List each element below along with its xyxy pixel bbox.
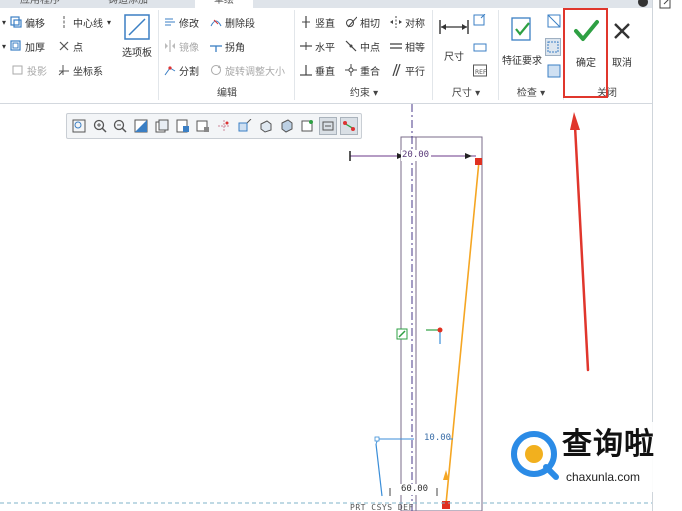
equal-constraint-icon — [390, 40, 402, 52]
offset-button[interactable]: ▾ 偏移 — [2, 13, 45, 31]
delete-segment-button[interactable]: 删除段 — [210, 13, 255, 31]
vertical-constraint-button[interactable]: 竖直 — [300, 13, 335, 31]
vertical-constraint-icon — [300, 16, 312, 28]
highlight-open-ends-icon[interactable] — [545, 38, 561, 56]
dimension-group-label[interactable]: 尺寸 ▾ — [434, 87, 498, 101]
inspect-group-label[interactable]: 检查 ▾ — [500, 87, 562, 101]
modify-button[interactable]: 修改 — [164, 13, 199, 31]
point-icon — [58, 40, 70, 52]
project-button[interactable]: 投影 — [12, 61, 47, 79]
parallel-constraint-icon — [390, 63, 402, 77]
horizontal-constraint-button[interactable]: 水平 — [300, 37, 335, 55]
dimension-icon — [439, 16, 469, 38]
perpendicular-constraint-button[interactable]: 垂直 — [300, 61, 335, 79]
coordinate-system-icon — [58, 64, 70, 76]
thicken-icon — [10, 40, 22, 52]
parallel-constraint-button[interactable]: 平行 — [390, 61, 425, 79]
feature-requirements-button[interactable]: 特征要求 — [498, 16, 546, 67]
annotation-arrow — [570, 112, 590, 372]
feature-requirements-icon — [509, 16, 535, 42]
centerline-button[interactable]: 中心线 ▾ — [58, 13, 111, 31]
tab-casting-add[interactable]: 铸造添加 — [108, 0, 188, 8]
sketch-line[interactable] — [445, 160, 480, 505]
shade-closed-loops-icon[interactable] — [547, 64, 561, 78]
horizontal-constraint-icon — [300, 40, 312, 52]
tangent-constraint-icon — [345, 16, 358, 28]
rotate-resize-icon — [210, 64, 222, 76]
dimension-reference-icon[interactable] — [473, 40, 487, 54]
midpoint-constraint-button[interactable]: 中点 — [345, 37, 380, 55]
group-divider — [294, 10, 295, 100]
coincident-constraint-button[interactable]: 重合 — [345, 61, 380, 79]
dimension-button[interactable]: 尺寸 — [437, 16, 471, 63]
cancel-button[interactable]: 取消 — [607, 18, 637, 69]
divide-icon — [164, 64, 176, 76]
coincident-constraint-icon — [345, 64, 357, 76]
dimension-value-bottom[interactable]: 60.00 — [401, 484, 428, 494]
corner-icon — [210, 40, 222, 52]
expand-icon[interactable] — [659, 0, 673, 12]
group-divider — [432, 10, 433, 100]
highlight-box — [563, 8, 608, 98]
tab-sketch[interactable]: 草绘 — [195, 0, 253, 8]
thicken-button[interactable]: ▾ 加厚 — [2, 37, 45, 55]
dimension-value-top[interactable]: 20.00 — [402, 150, 429, 160]
palette-icon — [124, 14, 150, 40]
delete-segment-icon — [210, 16, 222, 28]
symmetric-constraint-button[interactable]: 对称 — [390, 13, 425, 31]
watermark-url: chaxunla.com — [566, 470, 641, 484]
dimension-arrow — [465, 153, 472, 159]
point-button[interactable]: 点 — [58, 37, 83, 55]
sketch-endpoint-top[interactable] — [475, 158, 482, 165]
group-divider — [158, 10, 159, 100]
dimension-line-mid — [375, 438, 414, 445]
ribbon: ▾ 偏移 ▾ 加厚 投影 中心线 ▾ 点 坐标系 选项板 修改 删除段 镜像 拐… — [0, 8, 652, 104]
dimension-baseline-icon[interactable] — [473, 13, 487, 28]
window-control-icon[interactable] — [638, 0, 648, 7]
sketch-endpoint-bottom[interactable] — [442, 501, 450, 509]
dimension-value-mid[interactable]: 10.00 — [424, 433, 451, 443]
watermark: 查询啦 chaxunla.com — [500, 422, 672, 492]
midpoint-constraint-icon — [345, 40, 357, 52]
centerline-icon — [58, 16, 70, 28]
project-icon — [12, 64, 24, 76]
equal-constraint-button[interactable]: 相等 — [390, 37, 425, 55]
palette-button[interactable]: 选项板 — [117, 14, 157, 59]
divide-button[interactable]: 分割 — [164, 61, 199, 79]
perpendicular-constraint-icon — [300, 64, 312, 76]
mirror-icon — [164, 40, 176, 52]
corner-button[interactable]: 拐角 — [210, 37, 245, 55]
edit-group-label: 编辑 — [217, 88, 237, 99]
tangent-constraint-button[interactable]: 相切 — [345, 13, 380, 31]
ribbon-tab-strip: 应用程序 铸造添加 草绘 — [0, 0, 682, 8]
mirror-button[interactable]: 镜像 — [164, 37, 199, 55]
csys-label: PRT_CSYS_DEF — [350, 503, 414, 511]
offset-icon — [10, 16, 22, 28]
constraints-group-label[interactable]: 约束 ▾ — [296, 87, 432, 101]
svg-text:REF: REF — [475, 69, 487, 76]
coordinate-system-button[interactable]: 坐标系 — [58, 61, 103, 79]
reference-rectangle — [400, 136, 483, 511]
rotate-resize-button[interactable]: 旋转调整大小 — [210, 61, 285, 79]
construction-line — [375, 443, 383, 497]
dimension-ref-label-icon[interactable]: REF — [473, 64, 487, 78]
tab-applications[interactable]: 应用程序 — [20, 0, 100, 8]
csys-origin — [437, 327, 443, 333]
watermark-title: 查询啦 — [562, 427, 655, 462]
close-icon — [612, 18, 632, 44]
overlap-check-icon[interactable] — [547, 14, 561, 28]
symmetric-constraint-icon — [390, 16, 402, 28]
modify-icon — [164, 16, 176, 28]
